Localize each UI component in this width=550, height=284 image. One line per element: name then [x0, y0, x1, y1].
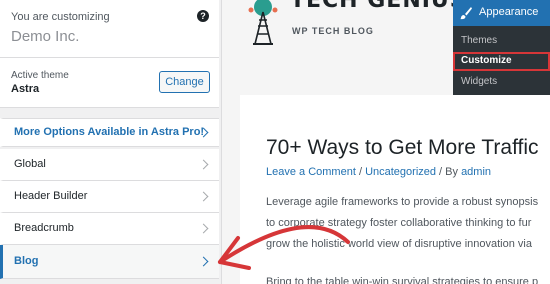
- meta-by: / By: [436, 166, 462, 178]
- customizer-header: You are customizing Demo Inc. ?: [0, 0, 219, 58]
- active-theme-name: Astra: [11, 83, 40, 95]
- tower-icon: [248, 0, 278, 45]
- section-blog[interactable]: Blog: [0, 245, 219, 279]
- chevron-right-icon: [198, 191, 209, 202]
- menu-item-label: Widgets: [461, 76, 498, 87]
- change-theme-button[interactable]: Change: [159, 71, 210, 93]
- menu-item-label: Customize: [461, 55, 512, 66]
- customizing-label: You are customizing: [11, 11, 110, 23]
- post-excerpt-line: to corporate strategy foster collaborati…: [266, 217, 532, 229]
- promo-label: More Options Available in Astra Pro!: [14, 126, 205, 138]
- post-meta: Leave a Comment / Uncategorized / By adm…: [266, 166, 491, 178]
- post-excerpt-line: grow the holistic world view of disrupti…: [266, 238, 532, 250]
- post-title[interactable]: 70+ Ways to Get More Traffic: [266, 136, 539, 160]
- admin-appearance-menu: Appearance Themes Customize Widgets: [453, 0, 550, 95]
- active-theme-panel: Active theme Astra Change: [0, 58, 219, 108]
- section-label: Global: [14, 158, 46, 170]
- section-breadcrumb[interactable]: Breadcrumb: [0, 213, 219, 245]
- chevron-right-icon: [198, 256, 209, 267]
- leave-comment-link[interactable]: Leave a Comment: [266, 166, 356, 178]
- section-label: Breadcrumb: [14, 222, 74, 234]
- customizer-sidebar: You are customizing Demo Inc. ? Active t…: [0, 0, 221, 284]
- category-link[interactable]: Uncategorized: [365, 166, 436, 178]
- menu-item-widgets[interactable]: Widgets: [453, 73, 550, 92]
- section-label: Header Builder: [14, 190, 88, 202]
- author-link[interactable]: admin: [461, 166, 491, 178]
- post-excerpt-line: Leverage agile frameworks to provide a r…: [266, 196, 539, 208]
- site-logo-text: TECH GENIUS: [290, 0, 467, 13]
- appearance-label: Appearance: [479, 6, 539, 18]
- chevron-right-icon: [198, 223, 209, 234]
- menu-item-themes[interactable]: Themes: [453, 32, 550, 51]
- site-tagline: WP TECH BLOG: [292, 26, 374, 36]
- section-global[interactable]: Global: [0, 149, 219, 181]
- menu-appearance[interactable]: Appearance: [453, 0, 550, 26]
- section-label: Blog: [14, 255, 39, 267]
- menu-item-customize[interactable]: Customize: [453, 52, 550, 71]
- astra-pro-promo-link[interactable]: More Options Available in Astra Pro!: [0, 118, 219, 147]
- section-header-builder[interactable]: Header Builder: [0, 181, 219, 213]
- menu-item-label: Themes: [461, 35, 498, 46]
- site-name: Demo Inc.: [11, 28, 80, 45]
- chevron-right-icon: [198, 159, 209, 170]
- meta-separator: /: [355, 166, 366, 178]
- blog-post-card: 70+ Ways to Get More Traffic Leave a Com…: [240, 95, 550, 284]
- active-theme-label: Active theme: [11, 70, 69, 81]
- help-icon[interactable]: ?: [197, 10, 209, 22]
- post-excerpt-line: Bring to the table win-win survival stra…: [266, 276, 539, 284]
- paintbrush-icon: [460, 7, 472, 20]
